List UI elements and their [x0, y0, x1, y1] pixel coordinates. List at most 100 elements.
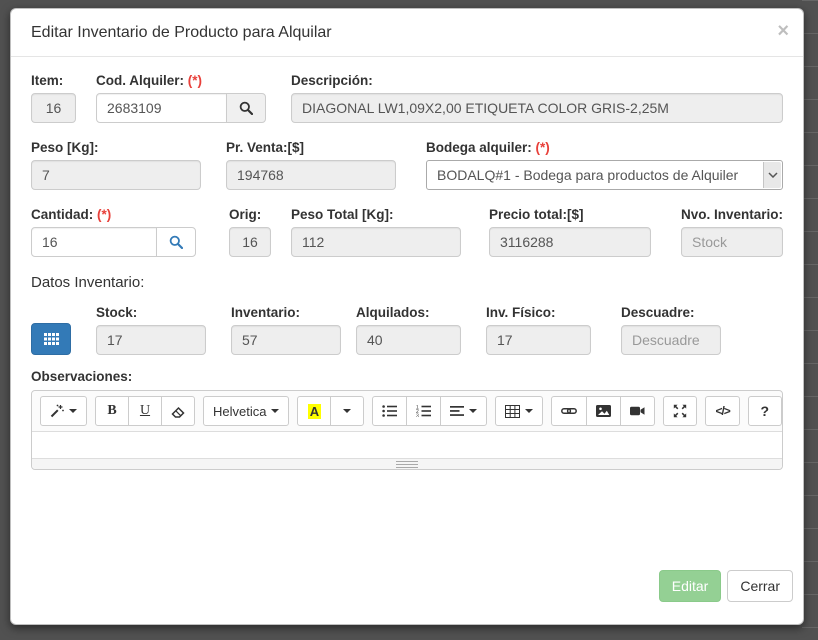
cod-alquiler-search-button[interactable]: [226, 93, 266, 123]
video-camera-icon: [630, 406, 645, 416]
stock-field: [96, 325, 206, 355]
ol-icon: 123: [416, 405, 431, 417]
peso-total-field: [291, 227, 461, 257]
svg-text:3: 3: [416, 413, 419, 417]
insert-group: [551, 396, 655, 426]
inventario-field: [231, 325, 341, 355]
row-datos-inventario: Stock: Inventario: Alquilados: Inv. Físi…: [31, 305, 783, 355]
arrows-alt-icon: [673, 404, 687, 418]
modal-body: Item: Cod. Alquiler: (*) Descripción:: [11, 57, 803, 470]
font-style-group: B U: [95, 396, 195, 426]
clear-format-button[interactable]: [161, 396, 195, 426]
search-icon: [239, 101, 253, 115]
observaciones-editable-area[interactable]: [32, 432, 782, 458]
eraser-icon: [171, 404, 185, 418]
inventory-grid-button[interactable]: [31, 323, 71, 355]
row-peso-venta-bodega: Peso [Kg]: Pr. Venta:[$] Bodega alquiler…: [31, 140, 783, 190]
ul-icon: [382, 405, 397, 417]
peso-total-label: Peso Total [Kg]:: [291, 207, 461, 222]
paragraph-group: 123: [372, 396, 487, 426]
item-label: Item:: [31, 73, 76, 88]
nvo-inventario-field: [681, 227, 783, 257]
stock-label: Stock:: [96, 305, 206, 320]
descuadre-label: Descuadre:: [621, 305, 721, 320]
observaciones-label: Observaciones:: [31, 369, 783, 384]
edit-inventory-modal: Editar Inventario de Producto para Alqui…: [10, 8, 804, 625]
bodega-alquiler-label: Bodega alquiler: (*): [426, 140, 783, 155]
image-icon-button[interactable]: [586, 396, 621, 426]
video-camera-icon-button[interactable]: [620, 396, 655, 426]
editar-button[interactable]: Editar: [659, 570, 722, 602]
color-group: A: [297, 396, 364, 426]
table-icon: [505, 405, 520, 418]
ordered-list-button[interactable]: 123: [406, 396, 441, 426]
inv-fisico-label: Inv. Físico:: [486, 305, 591, 320]
cerrar-button[interactable]: Cerrar: [727, 570, 793, 602]
cantidad-label: Cantidad: (*): [31, 207, 196, 222]
caret-down-icon: [469, 409, 477, 413]
table-group: [495, 396, 543, 426]
font-family-button[interactable]: Helvetica: [203, 396, 289, 426]
required-asterisk: (*): [536, 140, 550, 155]
caret-down-icon: [69, 409, 77, 413]
codeview-group: </>: [705, 396, 739, 426]
bold-button[interactable]: B: [95, 396, 129, 426]
th-grid-icon: [44, 333, 59, 345]
font-color-dropdown-button[interactable]: [330, 396, 364, 426]
precio-total-field: [489, 227, 651, 257]
magic-style-button[interactable]: [40, 396, 87, 426]
pr-venta-label: Pr. Venta:[$]: [226, 140, 396, 155]
cantidad-search-button[interactable]: [156, 227, 196, 257]
editor-resize-bar[interactable]: [32, 458, 782, 469]
nvo-inventario-label: Nvo. Inventario:: [681, 207, 783, 222]
cod-alquiler-field[interactable]: [96, 93, 227, 123]
close-icon[interactable]: ×: [777, 21, 789, 41]
unordered-list-button[interactable]: [372, 396, 407, 426]
datos-inventario-heading: Datos Inventario:: [31, 274, 783, 291]
caret-down-icon: [271, 409, 279, 413]
row-item-cod-descripcion: Item: Cod. Alquiler: (*) Descripción:: [31, 73, 783, 123]
magic-wand-icon: [50, 404, 64, 418]
style-group: [40, 396, 87, 426]
alquilados-label: Alquilados:: [356, 305, 461, 320]
font-color-button[interactable]: A: [297, 396, 331, 426]
item-field: [31, 93, 76, 123]
peso-label: Peso [Kg]:: [31, 140, 201, 155]
row-cantidad-totales: Cantidad: (*) Orig: Peso Total [Kg]:: [31, 207, 783, 257]
precio-total-label: Precio total:[$]: [489, 207, 651, 222]
modal-title: Editar Inventario de Producto para Alqui…: [31, 24, 787, 42]
descripcion-field: [291, 93, 783, 123]
cod-alquiler-label: Cod. Alquiler: (*): [96, 73, 266, 88]
underline-button[interactable]: U: [128, 396, 162, 426]
cantidad-field[interactable]: [31, 227, 157, 257]
font-family-group: Helvetica: [203, 396, 289, 426]
chain-link-icon: [561, 404, 577, 418]
grip-lines-icon: [396, 461, 418, 468]
caret-down-icon: [525, 409, 533, 413]
help-group: ?: [748, 396, 782, 426]
image-icon: [596, 405, 611, 417]
background-table-rows: [802, 0, 818, 640]
modal-footer: Editar Cerrar: [659, 570, 793, 602]
descripcion-label: Descripción:: [291, 73, 783, 88]
link-button[interactable]: [551, 396, 587, 426]
table-button[interactable]: [495, 396, 543, 426]
required-asterisk: (*): [97, 207, 111, 222]
required-asterisk: (*): [188, 73, 202, 88]
observaciones-editor: B U Helvetica A: [31, 390, 783, 470]
bodega-alquiler-select[interactable]: BODALQ#1 - Bodega para productos de Alqu…: [426, 160, 783, 190]
pr-venta-field: [226, 160, 396, 190]
descuadre-field: [621, 325, 721, 355]
alquilados-field: [356, 325, 461, 355]
codeview-button[interactable]: </>: [705, 396, 739, 426]
view-fullscreen-group: [663, 396, 697, 426]
modal-header: Editar Inventario de Producto para Alqui…: [11, 9, 803, 57]
paragraph-align-button[interactable]: [440, 396, 487, 426]
editor-toolbar: B U Helvetica A: [32, 391, 782, 432]
fullscreen-button[interactable]: [663, 396, 697, 426]
search-icon: [169, 235, 183, 249]
peso-field: [31, 160, 201, 190]
inv-fisico-field: [486, 325, 591, 355]
font-name: Helvetica: [213, 404, 266, 419]
help-button[interactable]: ?: [748, 396, 782, 426]
